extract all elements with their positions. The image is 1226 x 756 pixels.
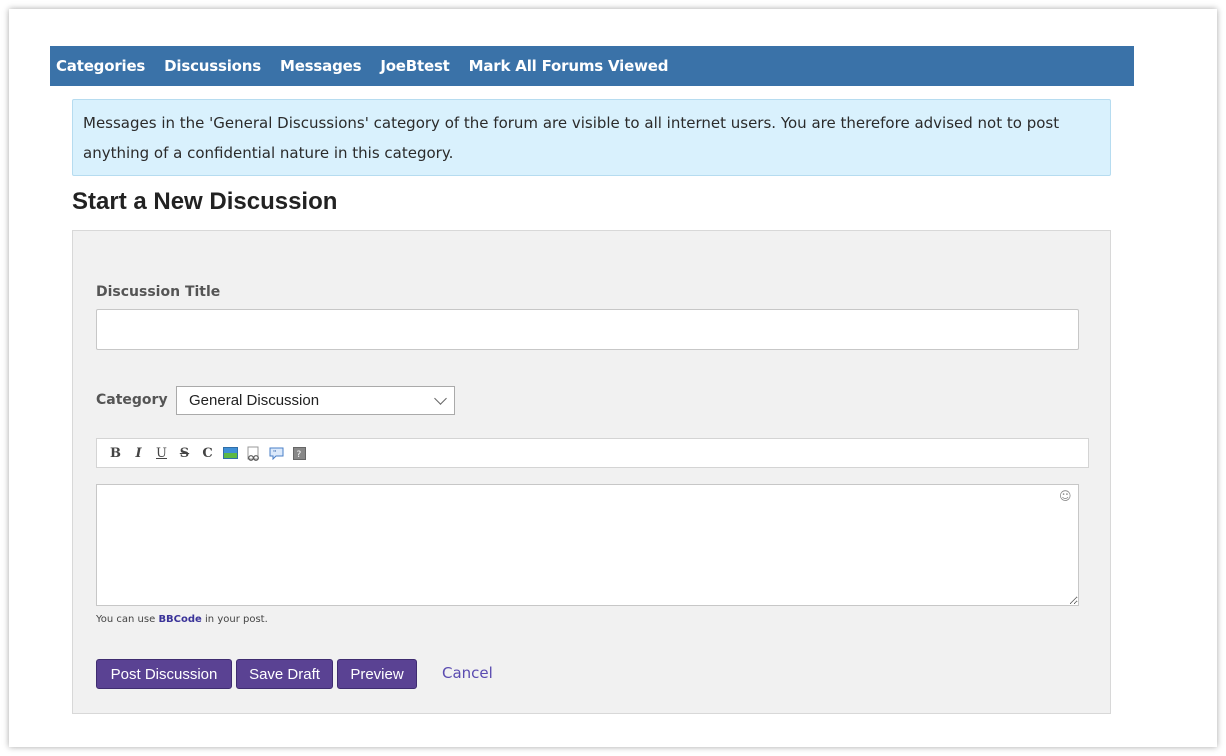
category-label: Category bbox=[96, 392, 168, 408]
post-discussion-button[interactable]: Post Discussion bbox=[96, 659, 232, 689]
bbcode-link[interactable]: BBCode bbox=[158, 614, 201, 625]
page-frame: Categories Discussions Messages JoeBtest… bbox=[9, 9, 1217, 747]
link-icon[interactable] bbox=[244, 443, 263, 463]
post-body-editor[interactable] bbox=[96, 484, 1079, 606]
nav-user-profile[interactable]: JoeBtest bbox=[380, 57, 450, 75]
svg-text:": " bbox=[273, 449, 276, 457]
top-navbar: Categories Discussions Messages JoeBtest… bbox=[50, 46, 1134, 86]
save-draft-button[interactable]: Save Draft bbox=[236, 659, 333, 689]
nav-messages[interactable]: Messages bbox=[280, 57, 362, 75]
nav-mark-all-viewed[interactable]: Mark All Forums Viewed bbox=[469, 57, 669, 75]
cancel-link[interactable]: Cancel bbox=[442, 664, 493, 682]
category-select[interactable]: General Discussion bbox=[176, 386, 455, 415]
italic-button[interactable]: I bbox=[129, 443, 148, 463]
nav-discussions[interactable]: Discussions bbox=[164, 57, 261, 75]
discussion-title-input[interactable] bbox=[96, 309, 1079, 350]
code-button[interactable]: C bbox=[198, 443, 217, 463]
svg-text:?: ? bbox=[297, 450, 302, 460]
emoji-icon[interactable]: ☺ bbox=[1059, 490, 1072, 503]
bbcode-hint: You can use BBCode in your post. bbox=[96, 614, 268, 625]
chevron-down-icon bbox=[434, 392, 447, 405]
spoiler-icon[interactable]: ? bbox=[290, 443, 309, 463]
discussion-title-label: Discussion Title bbox=[96, 284, 221, 300]
new-discussion-form: Discussion Title Category General Discus… bbox=[72, 230, 1111, 714]
quote-icon[interactable]: " bbox=[267, 443, 286, 463]
bbcode-hint-suffix: in your post. bbox=[201, 614, 268, 625]
editor-toolbar: B I U S C " ? bbox=[96, 438, 1089, 468]
underline-button[interactable]: U bbox=[152, 443, 171, 463]
category-selected-value: General Discussion bbox=[189, 392, 320, 409]
image-icon[interactable] bbox=[221, 443, 240, 463]
bold-button[interactable]: B bbox=[106, 443, 125, 463]
bbcode-hint-prefix: You can use bbox=[96, 614, 159, 625]
preview-button[interactable]: Preview bbox=[337, 659, 417, 689]
page-title: Start a New Discussion bbox=[72, 188, 338, 215]
strikethrough-button[interactable]: S bbox=[175, 443, 194, 463]
nav-categories[interactable]: Categories bbox=[56, 57, 145, 75]
visibility-notice: Messages in the 'General Discussions' ca… bbox=[72, 99, 1111, 176]
